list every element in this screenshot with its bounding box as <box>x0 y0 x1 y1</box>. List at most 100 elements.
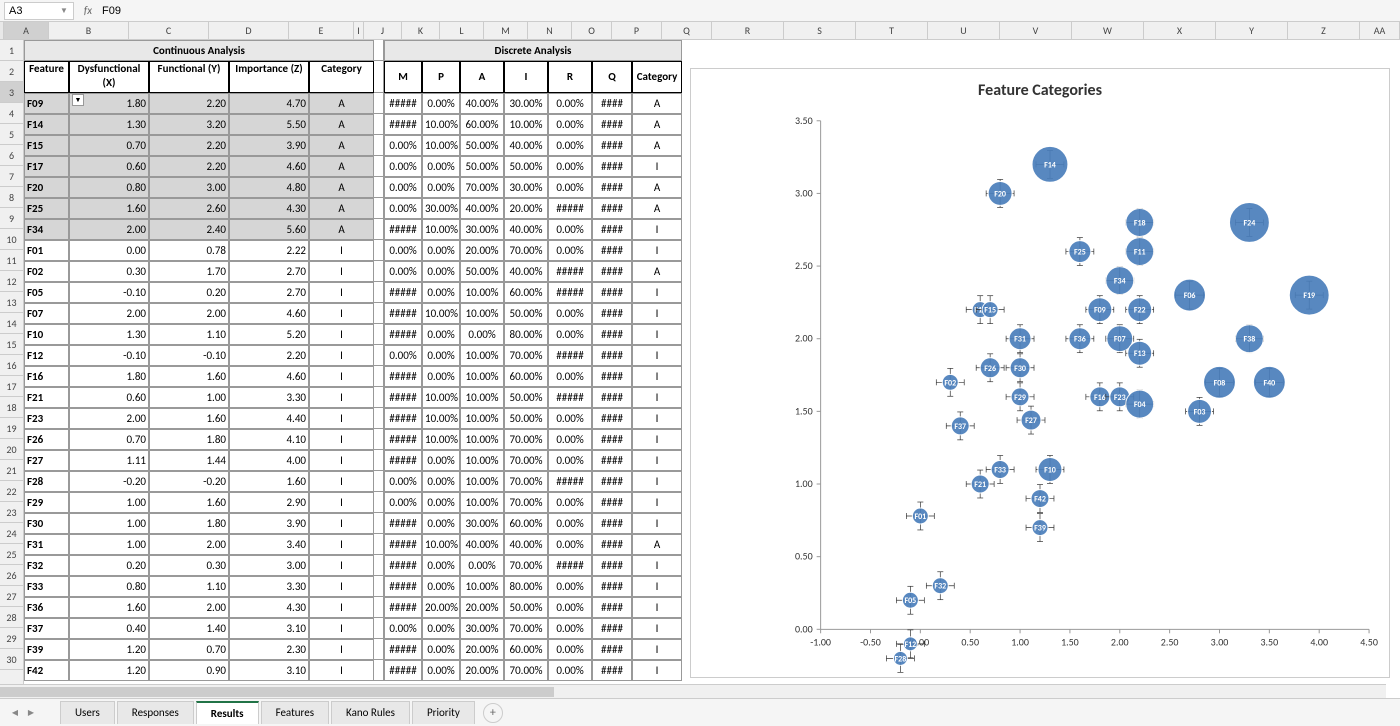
cell[interactable]: F05 <box>24 282 69 303</box>
row-header-25[interactable]: 25 <box>0 544 23 565</box>
cell[interactable]: 0.80 <box>69 177 149 198</box>
cell[interactable]: #### <box>592 618 632 639</box>
cell[interactable]: I <box>632 429 682 450</box>
cell[interactable]: 2.00 <box>69 408 149 429</box>
cell[interactable]: A <box>309 198 374 219</box>
cell[interactable]: 2.00 <box>149 597 229 618</box>
cell[interactable]: I <box>309 450 374 471</box>
cell[interactable]: I <box>632 387 682 408</box>
cell[interactable]: #### <box>592 93 632 114</box>
cell[interactable]: 40.00% <box>460 534 504 555</box>
row-header-28[interactable]: 28 <box>0 607 23 628</box>
col-header-Y[interactable]: Y <box>1216 22 1288 39</box>
cell[interactable]: 0.40 <box>69 618 149 639</box>
cell[interactable]: ##### <box>384 597 422 618</box>
cell[interactable]: 0.00% <box>384 618 422 639</box>
col-header-V[interactable]: V <box>1000 22 1072 39</box>
cell[interactable]: I <box>309 345 374 366</box>
cell[interactable]: #### <box>592 387 632 408</box>
cell[interactable]: 1.00 <box>69 534 149 555</box>
cell[interactable]: 60.00% <box>504 639 548 660</box>
cell[interactable]: 30.00% <box>460 618 504 639</box>
cell[interactable]: ##### <box>384 387 422 408</box>
row-header-9[interactable]: 9 <box>0 208 23 229</box>
cell[interactable]: 0.00% <box>422 240 460 261</box>
sheet-tab-users[interactable]: Users <box>60 701 115 724</box>
cell[interactable]: 1.30 <box>69 114 149 135</box>
cell[interactable]: 10.00% <box>460 492 504 513</box>
cell[interactable]: F20 <box>24 177 69 198</box>
cell[interactable]: F27 <box>24 450 69 471</box>
row-header-14[interactable]: 14 <box>0 313 23 334</box>
cell[interactable]: F02 <box>24 261 69 282</box>
cell[interactable] <box>374 555 384 576</box>
cell[interactable]: 1.00 <box>69 492 149 513</box>
cell[interactable]: 1.20 <box>69 639 149 660</box>
row-header-22[interactable]: 22 <box>0 481 23 502</box>
cell[interactable]: 0.00% <box>422 471 460 492</box>
cell[interactable]: 0.00% <box>548 156 592 177</box>
cell[interactable]: #### <box>592 639 632 660</box>
fx-icon[interactable]: fx <box>84 4 92 17</box>
cell[interactable]: 30.00% <box>504 177 548 198</box>
cell[interactable]: 10.00% <box>460 282 504 303</box>
cell[interactable]: ##### <box>548 387 592 408</box>
cell[interactable]: F12 <box>24 345 69 366</box>
cell[interactable]: 0.80 <box>69 576 149 597</box>
row-header-3[interactable]: 3 <box>0 82 23 103</box>
filter-dropdown-icon[interactable]: ▼ <box>72 94 84 106</box>
cell[interactable]: 0.00% <box>548 408 592 429</box>
cell[interactable]: A <box>309 114 374 135</box>
cell[interactable] <box>374 408 384 429</box>
cell[interactable]: ##### <box>384 324 422 345</box>
cell[interactable]: 1.60 <box>149 366 229 387</box>
cell[interactable]: 2.60 <box>149 198 229 219</box>
cell[interactable]: 10.00% <box>460 450 504 471</box>
cell[interactable]: 1.60 <box>69 198 149 219</box>
cell[interactable]: 1.80 <box>149 513 229 534</box>
cell[interactable]: 0.00% <box>548 219 592 240</box>
cell[interactable]: 30.00% <box>460 513 504 534</box>
cell[interactable]: I <box>309 576 374 597</box>
cell[interactable]: 4.40 <box>229 408 309 429</box>
cell[interactable] <box>374 576 384 597</box>
cell[interactable]: 1.80 <box>149 429 229 450</box>
cell[interactable]: ##### <box>384 660 422 681</box>
cell[interactable]: I <box>309 366 374 387</box>
cell[interactable]: #### <box>592 303 632 324</box>
cell[interactable]: ##### <box>384 555 422 576</box>
cell[interactable]: 40.00% <box>460 93 504 114</box>
row-header-5[interactable]: 5 <box>0 124 23 145</box>
cell[interactable]: 0.00% <box>548 618 592 639</box>
cell[interactable]: 50.00% <box>504 303 548 324</box>
cell[interactable]: 20.00% <box>460 240 504 261</box>
tab-nav-prev-icon[interactable]: ◀ <box>8 706 22 720</box>
cell[interactable]: I <box>632 639 682 660</box>
scrollbar-thumb[interactable] <box>0 687 554 697</box>
cell[interactable]: F29 <box>24 492 69 513</box>
cell[interactable]: #### <box>592 198 632 219</box>
cell[interactable]: P <box>422 61 460 93</box>
cell[interactable]: #### <box>592 534 632 555</box>
cell[interactable]: 0.00% <box>384 261 422 282</box>
cell[interactable]: 0.00% <box>422 618 460 639</box>
cell[interactable]: 70.00% <box>504 240 548 261</box>
cell[interactable]: ##### <box>384 219 422 240</box>
cell[interactable]: 70.00% <box>504 345 548 366</box>
cell[interactable]: A <box>309 93 374 114</box>
cell[interactable] <box>374 61 384 93</box>
cell[interactable]: 4.80 <box>229 177 309 198</box>
cell[interactable]: 0.20 <box>149 282 229 303</box>
cell[interactable]: #### <box>592 450 632 471</box>
cell[interactable]: F14 <box>24 114 69 135</box>
cell[interactable]: 1.11 <box>69 450 149 471</box>
row-header-13[interactable]: 13 <box>0 292 23 313</box>
row-header-19[interactable]: 19 <box>0 418 23 439</box>
cell[interactable]: I <box>632 555 682 576</box>
cell[interactable]: 20.00% <box>422 597 460 618</box>
cell[interactable]: 2.00 <box>69 219 149 240</box>
cell[interactable]: 0.00% <box>460 555 504 576</box>
cell[interactable]: 0.60 <box>69 387 149 408</box>
cell[interactable]: 0.00% <box>422 282 460 303</box>
cell[interactable]: 0.00% <box>384 492 422 513</box>
